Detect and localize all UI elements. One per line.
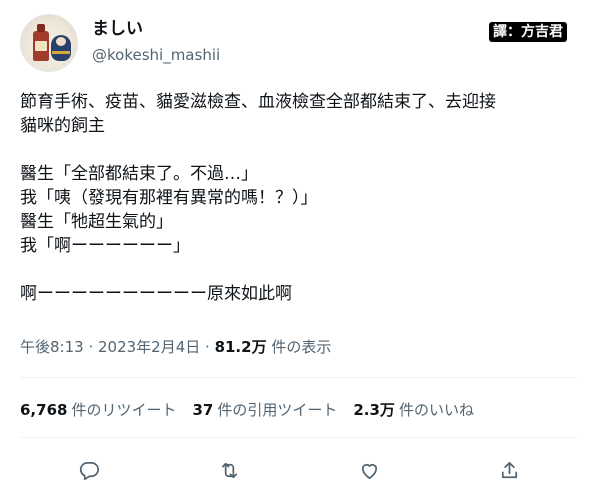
share-button[interactable] — [491, 452, 527, 488]
tweet-line: 我「啊ーーーーーー」 — [20, 236, 190, 256]
tweet-timestamp[interactable]: 午後8:13 · 2023年2月4日 · — [20, 338, 215, 356]
tweet-line: 貓咪的飼主 — [20, 116, 105, 136]
views-label: 件の表示 — [266, 338, 332, 356]
reply-button[interactable] — [71, 452, 107, 488]
likes-stat[interactable]: 2.3万 件のいいね — [353, 399, 474, 421]
quotes-label: 件の引用ツイート — [217, 401, 338, 419]
engagement-stats: 6,768 件のリツイート 37 件の引用ツイート 2.3万 件のいいね — [20, 399, 474, 421]
likes-label: 件のいいね — [398, 401, 474, 419]
author-display-name[interactable]: ましい — [92, 18, 143, 40]
quotes-stat[interactable]: 37 件の引用ツイート — [192, 399, 337, 421]
tweet-meta: 午後8:13 · 2023年2月4日 · 81.2万 件の表示 — [20, 337, 331, 357]
views-count: 81.2万 — [214, 338, 267, 356]
quotes-count: 37 — [192, 401, 214, 419]
tweet-line: 醫生「牠超生氣的」 — [20, 212, 173, 232]
translator-badge: 譯：方吉君 — [489, 22, 567, 42]
retweets-count: 6,768 — [20, 401, 68, 419]
share-icon — [501, 461, 517, 478]
action-bar — [0, 452, 598, 488]
doll-stripe — [52, 51, 70, 54]
tweet-line: 啊ーーーーーーーーーー原來如此啊 — [20, 284, 292, 304]
retweets-stat[interactable]: 6,768 件のリツイート — [20, 399, 176, 421]
tweet-line: 醫生「全部都結束了。不過…」 — [20, 164, 258, 184]
divider — [20, 377, 578, 378]
reply-icon — [79, 461, 99, 480]
tweet-line — [20, 258, 585, 282]
retweet-button[interactable] — [211, 452, 247, 488]
divider — [20, 437, 578, 438]
bottle-label — [35, 41, 47, 51]
retweets-label: 件のリツイート — [71, 401, 177, 419]
tweet-card: ましい @kokeshi_mashii 譯：方吉君 節育手術、疫苗、貓愛滋檢查、… — [0, 0, 598, 499]
likes-count: 2.3万 — [353, 401, 395, 419]
tweet-line — [20, 138, 585, 162]
tweet-line: 我「咦（發現有那裡有異常的嗎！？）」 — [20, 188, 318, 208]
author-handle[interactable]: @kokeshi_mashii — [92, 45, 220, 65]
avatar[interactable] — [20, 14, 78, 72]
like-button[interactable] — [351, 452, 387, 488]
doll-face — [56, 37, 66, 46]
tweet-line: 節育手術、疫苗、貓愛滋檢查、血液檢查全部都結束了、去迎接 — [20, 92, 496, 112]
tweet-text: 節育手術、疫苗、貓愛滋檢查、血液檢查全部都結束了、去迎接 貓咪的飼主 醫生「全部… — [20, 90, 585, 306]
like-icon — [361, 463, 377, 479]
retweet-icon — [221, 462, 237, 478]
